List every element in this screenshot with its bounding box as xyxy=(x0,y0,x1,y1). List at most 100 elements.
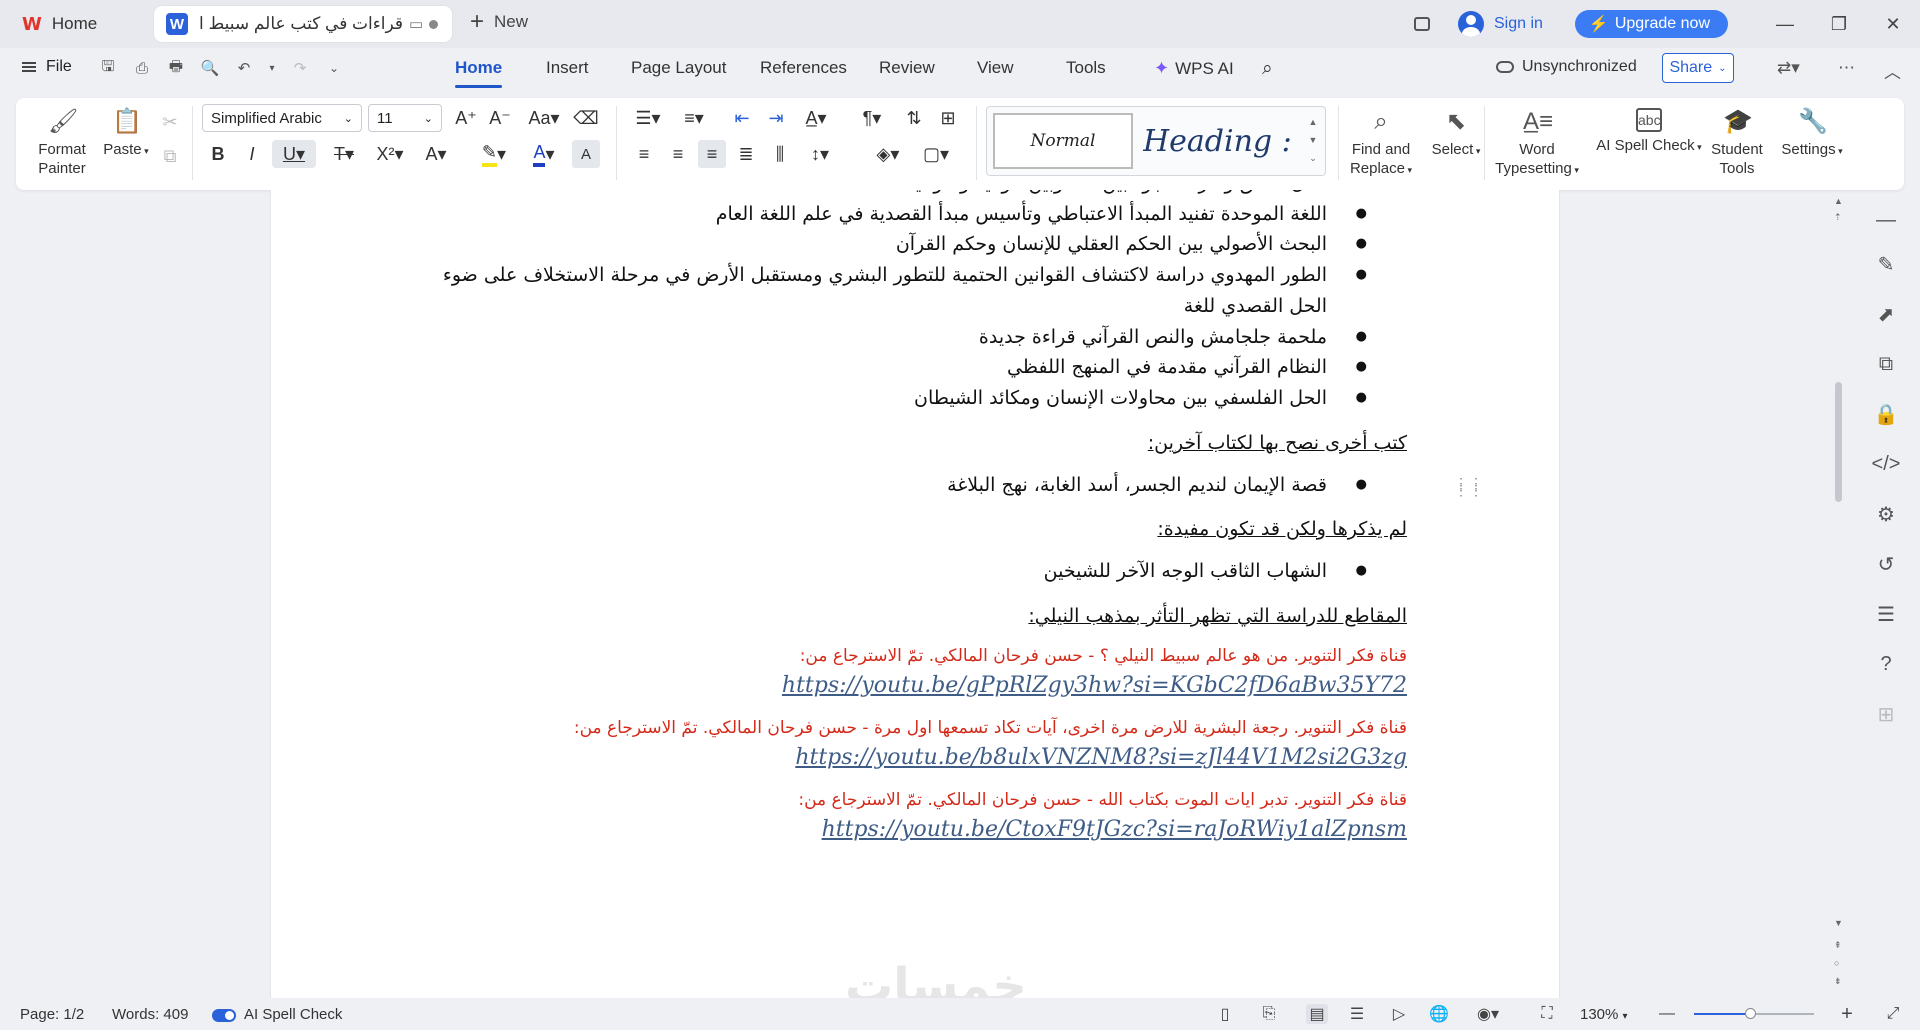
select-button[interactable]: ⬉ Select ▾ xyxy=(1422,108,1490,161)
align-left-icon[interactable]: ≡ xyxy=(630,140,658,168)
scrollbar-thumb[interactable] xyxy=(1835,382,1842,502)
clear-formatting-icon[interactable]: ⌫ xyxy=(572,104,600,132)
vertical-scrollbar[interactable]: ▲ ⇡ ▼ ⇞ ○ ⇟ xyxy=(1832,190,1846,998)
text-direction-icon[interactable]: A̲▾ xyxy=(798,104,834,132)
zoom-in-icon[interactable]: + xyxy=(1836,1003,1858,1025)
character-shading-icon[interactable]: A xyxy=(572,140,600,168)
font-color-icon[interactable]: A ▾ xyxy=(524,140,564,168)
window-switch-icon[interactable] xyxy=(1413,17,1430,31)
fullscreen-icon[interactable]: ⤢ xyxy=(1882,1004,1904,1024)
italic-icon[interactable]: I xyxy=(238,140,266,168)
strikethrough-icon[interactable]: T▾ xyxy=(326,140,362,168)
focus-mode-icon[interactable]: ▯ xyxy=(1214,1004,1236,1024)
line-spacing-icon[interactable]: ↕▾ xyxy=(802,140,838,168)
decrease-font-icon[interactable]: A⁻ xyxy=(486,104,514,132)
tab-references[interactable]: References xyxy=(760,58,847,78)
tab-home[interactable]: W Home xyxy=(10,6,148,42)
paragraph-mark-icon[interactable]: ¶▾ xyxy=(854,104,890,132)
tab-insert[interactable]: Insert xyxy=(546,58,589,78)
undo-dropdown-icon[interactable]: ▾ xyxy=(268,58,276,78)
change-case-icon[interactable]: Aa▾ xyxy=(524,104,564,132)
ai-spell-check-toggle[interactable]: AI Spell Check xyxy=(212,1006,342,1023)
numbered-list-icon[interactable]: ≡▾ xyxy=(676,104,712,132)
text-effect-icon[interactable]: A▾ xyxy=(418,140,454,168)
student-tools-button[interactable]: 🎓 Student Tools xyxy=(1706,108,1768,178)
increase-indent-icon[interactable]: ⇥ xyxy=(762,104,790,132)
scroll-down-icon[interactable]: ▼ xyxy=(1834,918,1843,928)
zoom-slider-knob[interactable] xyxy=(1745,1008,1757,1019)
zoom-out-icon[interactable]: — xyxy=(1656,1004,1678,1024)
browse-object-icon[interactable]: ○ xyxy=(1834,958,1839,968)
collaborate-icon[interactable]: ⇄▾ xyxy=(1777,58,1800,78)
pen-icon[interactable]: ✎ xyxy=(1874,252,1898,276)
reference-link[interactable]: https://youtu.be/b8ulxVNZNM8?si=zJl44V1M… xyxy=(421,741,1407,775)
tab-wps-ai[interactable]: ✦ WPS AI xyxy=(1154,58,1234,79)
tab-document[interactable]: W قراءات في كتب عالم سبيط النيلي ▭ xyxy=(154,6,452,42)
styles-scroll-icon[interactable]: ▲ ▼ ⌄ xyxy=(1305,113,1321,169)
sign-in-button[interactable]: Sign in xyxy=(1457,11,1543,37)
distribute-icon[interactable]: ⫼ xyxy=(766,140,794,168)
find-replace-button[interactable]: ⌕ Find and Replace ▾ xyxy=(1338,108,1424,180)
file-menu[interactable]: File xyxy=(22,58,72,76)
table-grid-icon[interactable]: ⊞ xyxy=(934,104,962,132)
more-dropdown-icon[interactable]: ⌄ xyxy=(324,58,344,78)
ai-spell-check-button[interactable]: abc AI Spell Check ▾ xyxy=(1594,108,1704,157)
sliders-icon[interactable]: ⚙ xyxy=(1874,502,1898,526)
font-name-select[interactable]: Simplified Arabic ⌄ xyxy=(202,104,362,132)
copy-icon[interactable]: ⧉ xyxy=(156,142,184,170)
align-right-icon[interactable]: ≡ xyxy=(698,140,726,168)
shading-icon[interactable]: ◈▾ xyxy=(870,140,906,168)
document-content[interactable]: أصل الخلق وأمر السجود بين الأنا وبين الو… xyxy=(421,190,1407,859)
word-count[interactable]: Words: 409 xyxy=(112,1006,188,1023)
decrease-indent-icon[interactable]: ⇤ xyxy=(728,104,756,132)
tab-review[interactable]: Review xyxy=(879,58,935,78)
new-tab-button[interactable]: + New xyxy=(470,10,528,34)
word-typesetting-button[interactable]: A̲≡ Word Typesetting ▾ xyxy=(1492,108,1582,180)
settings-button[interactable]: 🔧 Settings ▾ xyxy=(1776,108,1848,161)
minimize-icon[interactable]: — xyxy=(1758,14,1812,35)
save-icon[interactable]: 🖫 xyxy=(98,58,118,78)
print-preview-icon[interactable]: 🔍 xyxy=(200,58,220,78)
copy-format-icon[interactable]: ⧉ xyxy=(1874,352,1898,376)
justify-icon[interactable]: ≣ xyxy=(732,140,760,168)
format-painter-button[interactable]: 🖌 Format Painter xyxy=(30,108,94,178)
prev-page-icon[interactable]: ⇞ xyxy=(1834,940,1842,951)
highlight-icon[interactable]: ✎ ▾ xyxy=(474,140,514,168)
lock-icon[interactable]: 🔒 xyxy=(1874,402,1899,426)
search-icon[interactable]: ⌕ xyxy=(1262,58,1273,80)
borders-icon[interactable]: ▢▾ xyxy=(918,140,954,168)
reference-link[interactable]: https://youtu.be/gPpRlZgy3hw?si=KGbC2fD6… xyxy=(421,669,1407,703)
export-pdf-icon[interactable]: ⎙ xyxy=(132,58,152,78)
fit-page-icon[interactable]: ⛶ xyxy=(1536,1004,1558,1024)
page-count[interactable]: Page: 1/2 xyxy=(20,1006,84,1023)
scroll-up-icon[interactable]: ▲ xyxy=(1834,196,1843,206)
history-icon[interactable]: ↺ xyxy=(1874,552,1898,576)
document-page[interactable]: أصل الخلق وأمر السجود بين الأنا وبين الو… xyxy=(270,190,1560,998)
select-cursor-icon[interactable]: ⬈ xyxy=(1874,302,1898,326)
collapse-ribbon-icon[interactable]: ︿ xyxy=(1884,58,1901,83)
reading-mode-icon[interactable]: ⎘ xyxy=(1258,1004,1280,1024)
print-icon[interactable]: 🖶 xyxy=(166,58,186,78)
code-icon[interactable]: </> xyxy=(1872,452,1901,476)
font-size-select[interactable]: 11 ⌄ xyxy=(368,104,442,132)
help-icon[interactable]: ? xyxy=(1874,652,1898,676)
sync-status[interactable]: Unsynchronized xyxy=(1496,58,1637,76)
tab-home-ribbon[interactable]: Home xyxy=(455,58,503,88)
tab-view[interactable]: View xyxy=(977,58,1014,78)
upgrade-button[interactable]: ⚡ Upgrade now xyxy=(1574,10,1728,38)
style-normal[interactable]: Normal xyxy=(993,113,1133,169)
next-page-icon[interactable]: ⇟ xyxy=(1834,976,1842,987)
collapse-panel-icon[interactable]: — xyxy=(1874,208,1898,232)
outline-view-icon[interactable]: ☰ xyxy=(1346,1004,1368,1024)
close-icon[interactable]: ✕ xyxy=(1866,14,1920,35)
page-view-icon[interactable]: ▤ xyxy=(1306,1004,1328,1024)
underline-button[interactable]: U▾ xyxy=(272,140,316,168)
cut-icon[interactable]: ✂ xyxy=(156,108,184,136)
share-button[interactable]: Share ⌄ xyxy=(1662,53,1734,83)
bold-icon[interactable]: B xyxy=(204,140,232,168)
reference-link[interactable]: https://youtu.be/CtoxF9tJGzc?si=raJoRWiy… xyxy=(421,813,1407,847)
page-up-icon[interactable]: ⇡ xyxy=(1834,212,1842,223)
zoom-level[interactable]: 130% ▾ xyxy=(1580,1006,1628,1023)
tab-page-layout[interactable]: Page Layout xyxy=(631,58,726,78)
style-heading[interactable]: Heading : xyxy=(1143,113,1293,169)
